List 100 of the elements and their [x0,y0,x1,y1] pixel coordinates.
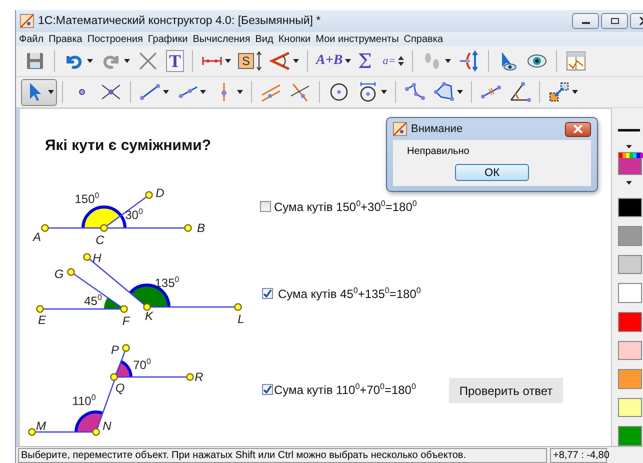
spin-arrows-icon [398,55,404,67]
point[interactable] [184,224,192,232]
caret-icon [124,59,130,63]
point-label: K [145,309,153,323]
caret-icon [444,59,451,63]
point[interactable] [28,428,36,436]
cross-icon [137,50,159,72]
color-swatch[interactable] [618,312,642,332]
menu-item[interactable]: Мои инструменты [316,34,399,44]
color-swatch[interactable] [618,254,642,274]
menu-item[interactable]: Файл [19,34,44,44]
color-swatch[interactable] [618,226,642,246]
caret-icon [572,90,578,94]
menu-item[interactable]: Правка [48,34,82,44]
point-label: F [122,314,130,328]
caret-icon [293,59,300,63]
point-label: G [54,267,64,281]
color-swatch[interactable] [618,283,642,303]
sum-button[interactable]: Σ [354,48,379,74]
angle-arc [82,206,126,228]
point-icon [78,88,86,96]
angle-label: 70$^{0}$ [133,358,151,372]
angle-label: 45$^{0}$ [84,294,102,308]
angle-measure-icon [269,50,292,72]
area-tool-button[interactable]: S [235,48,266,74]
point-label: E [38,313,46,327]
caret-icon [163,90,169,94]
answer-label: Сума кутів 150$^{0}$+30$^{0}$=180$^{0}$ [274,199,417,215]
point[interactable] [36,305,44,313]
maximize-button[interactable] [601,13,628,29]
table-chart-icon [564,50,587,72]
formula-button[interactable]: A+B [313,48,354,74]
answer-label: Сума кутів 110$^{0}$+70$^{0}$=180$^{0}$ [274,382,416,398]
parameter-button[interactable]: a= [380,48,407,74]
point[interactable] [120,305,128,313]
dialog-title: Внимание [411,123,463,135]
spectrum-icon [619,153,643,158]
menu-item[interactable]: Вид [255,34,274,44]
point[interactable] [110,373,118,381]
checkbox[interactable] [262,384,273,395]
segment-icon [139,81,161,103]
caret-icon [237,90,243,94]
current-color-swatch[interactable] [618,152,642,175]
menu-item[interactable]: Графики [148,34,188,44]
close-button[interactable] [565,122,591,136]
caret-icon [225,59,232,63]
point-label: L [238,312,244,326]
line-style-icon[interactable] [618,128,640,132]
app-icon [393,122,407,136]
menu-item[interactable]: Вычисления [192,34,250,44]
checkbox[interactable] [260,201,271,212]
angle-label: 135$^{0}$ [154,276,180,290]
point[interactable] [143,303,151,311]
point[interactable] [100,224,108,232]
angle-arc [120,360,132,378]
pointer-button[interactable] [21,78,57,106]
point[interactable] [122,344,130,352]
angle-label: 30$^{0}$ [125,208,143,222]
color-swatch[interactable] [618,198,642,218]
minimize-button[interactable] [572,13,599,29]
color-swatch[interactable] [618,369,642,389]
point[interactable] [67,268,75,276]
angle-icon [509,81,531,103]
point-label: Q [115,381,125,395]
status-message: Выберите, переместите объект. При нажатых Shift или Ctrl можно выбрать несколько объектов. [18,448,547,462]
caret-icon [381,90,387,94]
color-swatch[interactable] [618,426,642,446]
check-answer-button[interactable]: Проверить ответ [449,378,563,403]
checkbox[interactable] [262,288,273,299]
caret-icon[interactable] [626,144,632,148]
point[interactable] [186,373,194,381]
locus-icon [458,50,480,72]
menu-item[interactable]: Справка [404,34,444,44]
point-label: M [36,419,46,433]
check-icon [263,385,272,394]
caret-icon[interactable] [626,180,632,184]
point[interactable] [92,428,100,436]
question-text: Які кути є суміжними? [45,137,211,154]
check-icon [263,289,272,298]
caret-icon [344,59,351,63]
maximize-icon [610,17,620,25]
point[interactable] [83,253,91,261]
perpendicular-icon [221,82,227,102]
point[interactable] [234,303,242,311]
polygon-icon [433,81,455,103]
point[interactable] [145,191,153,199]
point[interactable] [41,224,49,232]
menu-item[interactable]: Построения [87,34,143,44]
caret-icon [457,90,463,94]
menu-item[interactable]: Кнопки [278,34,311,44]
point-label: D [156,186,164,200]
transform-icon [548,81,570,103]
point-label: N [102,419,112,433]
caret-icon [87,59,93,63]
height-arrow-icon [256,51,262,71]
point-label: A [33,230,41,244]
point-label: P [111,343,119,357]
ok-button[interactable]: ОК [455,164,529,181]
color-swatch[interactable] [618,398,642,418]
color-swatch[interactable] [618,340,642,360]
